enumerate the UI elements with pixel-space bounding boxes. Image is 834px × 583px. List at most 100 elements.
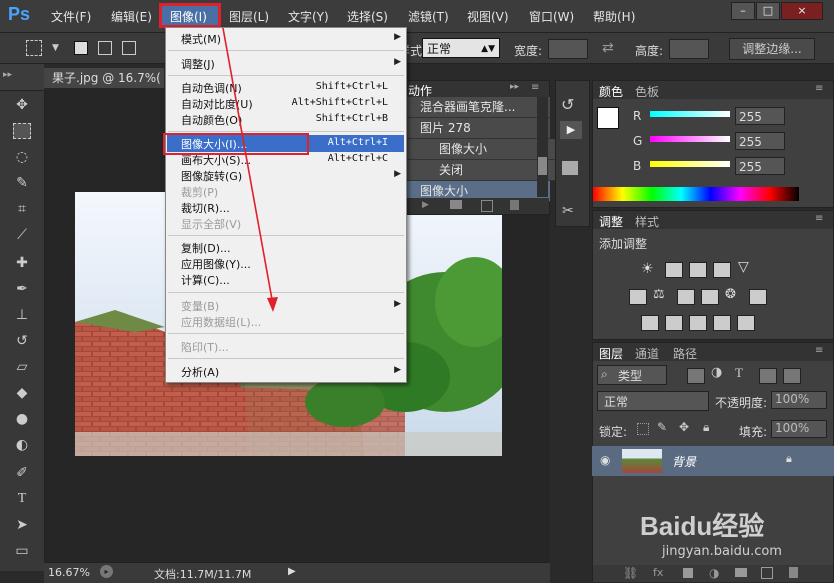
- menu-select[interactable]: 选择(S): [347, 8, 388, 25]
- lock-all-icon[interactable]: 🔒︎: [703, 420, 709, 435]
- menu-file[interactable]: 文件(F): [51, 8, 91, 25]
- new-layer-icon[interactable]: [761, 567, 773, 579]
- add-selection-icon[interactable]: [98, 41, 112, 55]
- rect-marquee-tool-icon[interactable]: [13, 123, 31, 139]
- menu-item-adjust[interactable]: 调整(J): [181, 56, 215, 72]
- brightness-icon[interactable]: ☀: [641, 261, 654, 277]
- lock-pixels-icon[interactable]: ✎: [657, 420, 667, 434]
- actions-scrollbar[interactable]: [537, 97, 548, 197]
- subtract-selection-icon[interactable]: [122, 41, 136, 55]
- hue-saturation-icon[interactable]: [629, 289, 647, 305]
- maximize-button[interactable]: □: [756, 2, 780, 20]
- blend-mode-select[interactable]: 正常: [597, 391, 709, 411]
- group-folder-icon[interactable]: [735, 568, 747, 577]
- brush-tool-icon[interactable]: ✒: [11, 281, 33, 299]
- menu-help[interactable]: 帮助(H): [593, 8, 635, 25]
- link-icon[interactable]: ⛓: [623, 566, 638, 580]
- type-tool-icon[interactable]: T: [11, 491, 33, 509]
- exposure-icon[interactable]: [713, 262, 731, 278]
- filter-adjust-icon[interactable]: ◑: [711, 365, 722, 380]
- layer-name[interactable]: 背景: [672, 453, 696, 470]
- invert-icon[interactable]: [641, 315, 659, 331]
- crop-tool-icon[interactable]: ⌗: [11, 201, 33, 219]
- play-icon[interactable]: ▶: [422, 200, 429, 210]
- g-slider[interactable]: [650, 136, 730, 142]
- menu-type[interactable]: 文字(Y): [288, 8, 329, 25]
- menu-image[interactable]: 图像(I): [170, 8, 207, 25]
- color-spectrum-bar[interactable]: [593, 187, 799, 201]
- action-row[interactable]: 混合器画笔克隆...: [406, 97, 550, 118]
- paint-bucket-icon[interactable]: ◆: [11, 385, 33, 403]
- layer-filter-select[interactable]: ⌕ 类型: [597, 365, 667, 385]
- filter-pixel-icon[interactable]: [687, 368, 705, 384]
- refine-edge-button[interactable]: 调整边缘...: [729, 38, 815, 60]
- stamp-tool-icon[interactable]: ⊥: [11, 307, 33, 325]
- style-select[interactable]: 正常 ▲▼: [422, 38, 500, 58]
- dodge-tool-icon[interactable]: ◐: [11, 437, 33, 455]
- threshold-icon[interactable]: [689, 315, 707, 331]
- menu-view[interactable]: 视图(V): [467, 8, 509, 25]
- trash-icon[interactable]: [789, 567, 798, 578]
- tab-adjustments[interactable]: 调整: [599, 213, 623, 230]
- action-row[interactable]: 图片 278: [406, 118, 550, 139]
- black-white-icon[interactable]: [677, 289, 695, 305]
- collapse-icon[interactable]: ▸▸: [510, 82, 519, 92]
- eraser-tool-icon[interactable]: ▱: [11, 359, 33, 377]
- status-menu-arrow-icon[interactable]: ▶: [288, 566, 296, 577]
- trash-icon[interactable]: [510, 200, 519, 210]
- panel-menu-icon[interactable]: ≡: [815, 345, 823, 356]
- move-tool-icon[interactable]: ✥: [11, 97, 33, 115]
- foreground-color-swatch[interactable]: [597, 107, 619, 129]
- eye-icon[interactable]: ◉: [600, 453, 610, 467]
- quick-select-tool-icon[interactable]: ✎: [11, 175, 33, 193]
- r-value-input[interactable]: 255: [735, 107, 785, 125]
- layer-row-background[interactable]: ◉ 背景 🔒︎: [592, 446, 834, 476]
- tab-channels[interactable]: 通道: [635, 345, 659, 362]
- scrollbar-thumb[interactable]: [538, 157, 547, 175]
- lock-position-icon[interactable]: ✥: [679, 420, 689, 434]
- tab-color[interactable]: 颜色: [599, 83, 623, 100]
- blur-tool-icon[interactable]: ●: [11, 411, 33, 429]
- path-select-icon[interactable]: ➤: [11, 517, 33, 535]
- folder-icon[interactable]: [450, 200, 462, 209]
- healing-brush-icon[interactable]: ✚: [11, 255, 33, 273]
- fx-icon[interactable]: fx: [653, 566, 663, 579]
- width-input[interactable]: [548, 39, 588, 59]
- curves-icon[interactable]: [689, 262, 707, 278]
- chevron-down-icon[interactable]: ▼: [52, 43, 59, 53]
- pen-tool-icon[interactable]: ✐: [11, 465, 33, 483]
- info-icon[interactable]: [562, 161, 578, 175]
- color-balance-icon[interactable]: ⚖: [653, 287, 665, 302]
- actions-play-icon[interactable]: ▶: [560, 121, 582, 139]
- lock-transparent-icon[interactable]: [637, 423, 649, 435]
- filter-smart-icon[interactable]: [783, 368, 801, 384]
- color-lookup-icon[interactable]: [749, 289, 767, 305]
- status-info-icon[interactable]: ▸: [100, 565, 113, 578]
- menu-item-analysis[interactable]: 分析(A): [181, 364, 219, 380]
- history-brush-icon[interactable]: ↺: [11, 333, 33, 351]
- adjustment-layer-icon[interactable]: ◑: [709, 566, 719, 580]
- gradient-map-icon[interactable]: [713, 315, 731, 331]
- selective-color-icon[interactable]: [737, 315, 755, 331]
- panel-menu-icon[interactable]: ≡: [531, 82, 539, 93]
- lasso-tool-icon[interactable]: ◌: [11, 149, 33, 167]
- document-tab[interactable]: 果子.jpg @ 16.7%(: [44, 68, 164, 88]
- history-icon[interactable]: ↺: [561, 95, 574, 114]
- menu-edit[interactable]: 编辑(E): [111, 8, 152, 25]
- filter-shape-icon[interactable]: [759, 368, 777, 384]
- levels-icon[interactable]: [665, 262, 683, 278]
- menu-window[interactable]: 窗口(W): [529, 8, 574, 25]
- tab-styles[interactable]: 样式: [635, 213, 659, 230]
- filter-type-icon[interactable]: T: [735, 365, 743, 381]
- posterize-icon[interactable]: [665, 315, 683, 331]
- panel-menu-icon[interactable]: ≡: [815, 213, 823, 224]
- menu-filter[interactable]: 滤镜(T): [408, 8, 449, 25]
- vibrance-icon[interactable]: ▽: [738, 259, 749, 275]
- close-button[interactable]: ×: [781, 2, 823, 20]
- tab-layers[interactable]: 图层: [599, 345, 623, 362]
- tab-swatches[interactable]: 色板: [635, 83, 659, 100]
- r-slider[interactable]: [650, 111, 730, 117]
- eyedropper-tool-icon[interactable]: ⟋: [11, 227, 33, 245]
- mask-icon[interactable]: [683, 568, 693, 578]
- panel-menu-icon[interactable]: ≡: [815, 83, 823, 94]
